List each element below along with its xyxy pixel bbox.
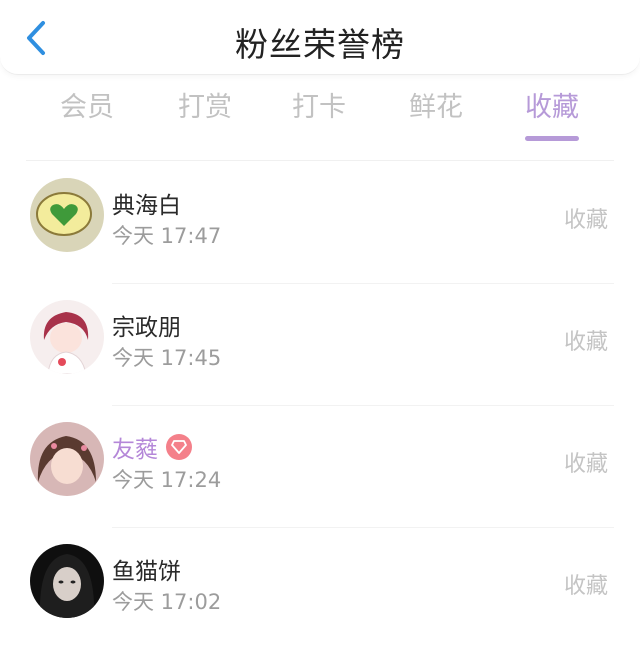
tab-tip[interactable]: 打赏: [160, 88, 250, 142]
tab-bar: 会员 打赏 打卡 鲜花 收藏: [0, 88, 640, 144]
tab-flowers[interactable]: 鲜花: [391, 88, 481, 142]
tab-checkin[interactable]: 打卡: [274, 88, 364, 142]
list-item[interactable]: 宗政朋 今天 17:45 收藏: [0, 284, 640, 406]
user-name: 鱼猫饼: [112, 559, 181, 585]
page-title: 粉丝荣誉榜: [235, 25, 405, 64]
avatar[interactable]: [30, 544, 104, 618]
user-name: 友蕤: [112, 430, 192, 464]
tab-label: 鲜花: [409, 92, 463, 123]
tab-favorites[interactable]: 收藏: [507, 88, 597, 142]
action-label: 收藏: [563, 208, 608, 233]
action-label: 收藏: [563, 330, 608, 355]
list-item[interactable]: 典海白 今天 17:47 收藏: [0, 162, 640, 284]
timestamp: 今天 17:24: [112, 468, 222, 492]
action-label: 收藏: [563, 574, 608, 599]
avatar[interactable]: [30, 422, 104, 496]
tabs-divider: [26, 160, 614, 161]
action-label: 收藏: [563, 452, 608, 477]
timestamp: 今天 17:02: [112, 590, 222, 614]
list-item[interactable]: 鱼猫饼 今天 17:02 收藏: [0, 528, 640, 650]
tab-label: 会员: [60, 92, 114, 123]
timestamp: 今天 17:45: [112, 346, 222, 370]
timestamp: 今天 17:47: [112, 224, 222, 248]
user-name-text: 友蕤: [112, 437, 158, 463]
tab-label: 打卡: [292, 92, 346, 123]
vip-diamond-icon: [166, 434, 192, 460]
avatar[interactable]: [30, 300, 104, 374]
tab-label: 收藏: [525, 92, 579, 123]
top-nav-bar: 粉丝荣誉榜: [0, 0, 640, 75]
user-name: 宗政朋: [112, 315, 181, 341]
active-tab-indicator: [525, 136, 579, 141]
user-name: 典海白: [112, 193, 181, 219]
avatar[interactable]: [30, 178, 104, 252]
tab-label: 打赏: [178, 92, 232, 123]
tab-membership[interactable]: 会员: [42, 88, 132, 142]
list-item[interactable]: 友蕤 今天 17:24 收藏: [0, 406, 640, 528]
